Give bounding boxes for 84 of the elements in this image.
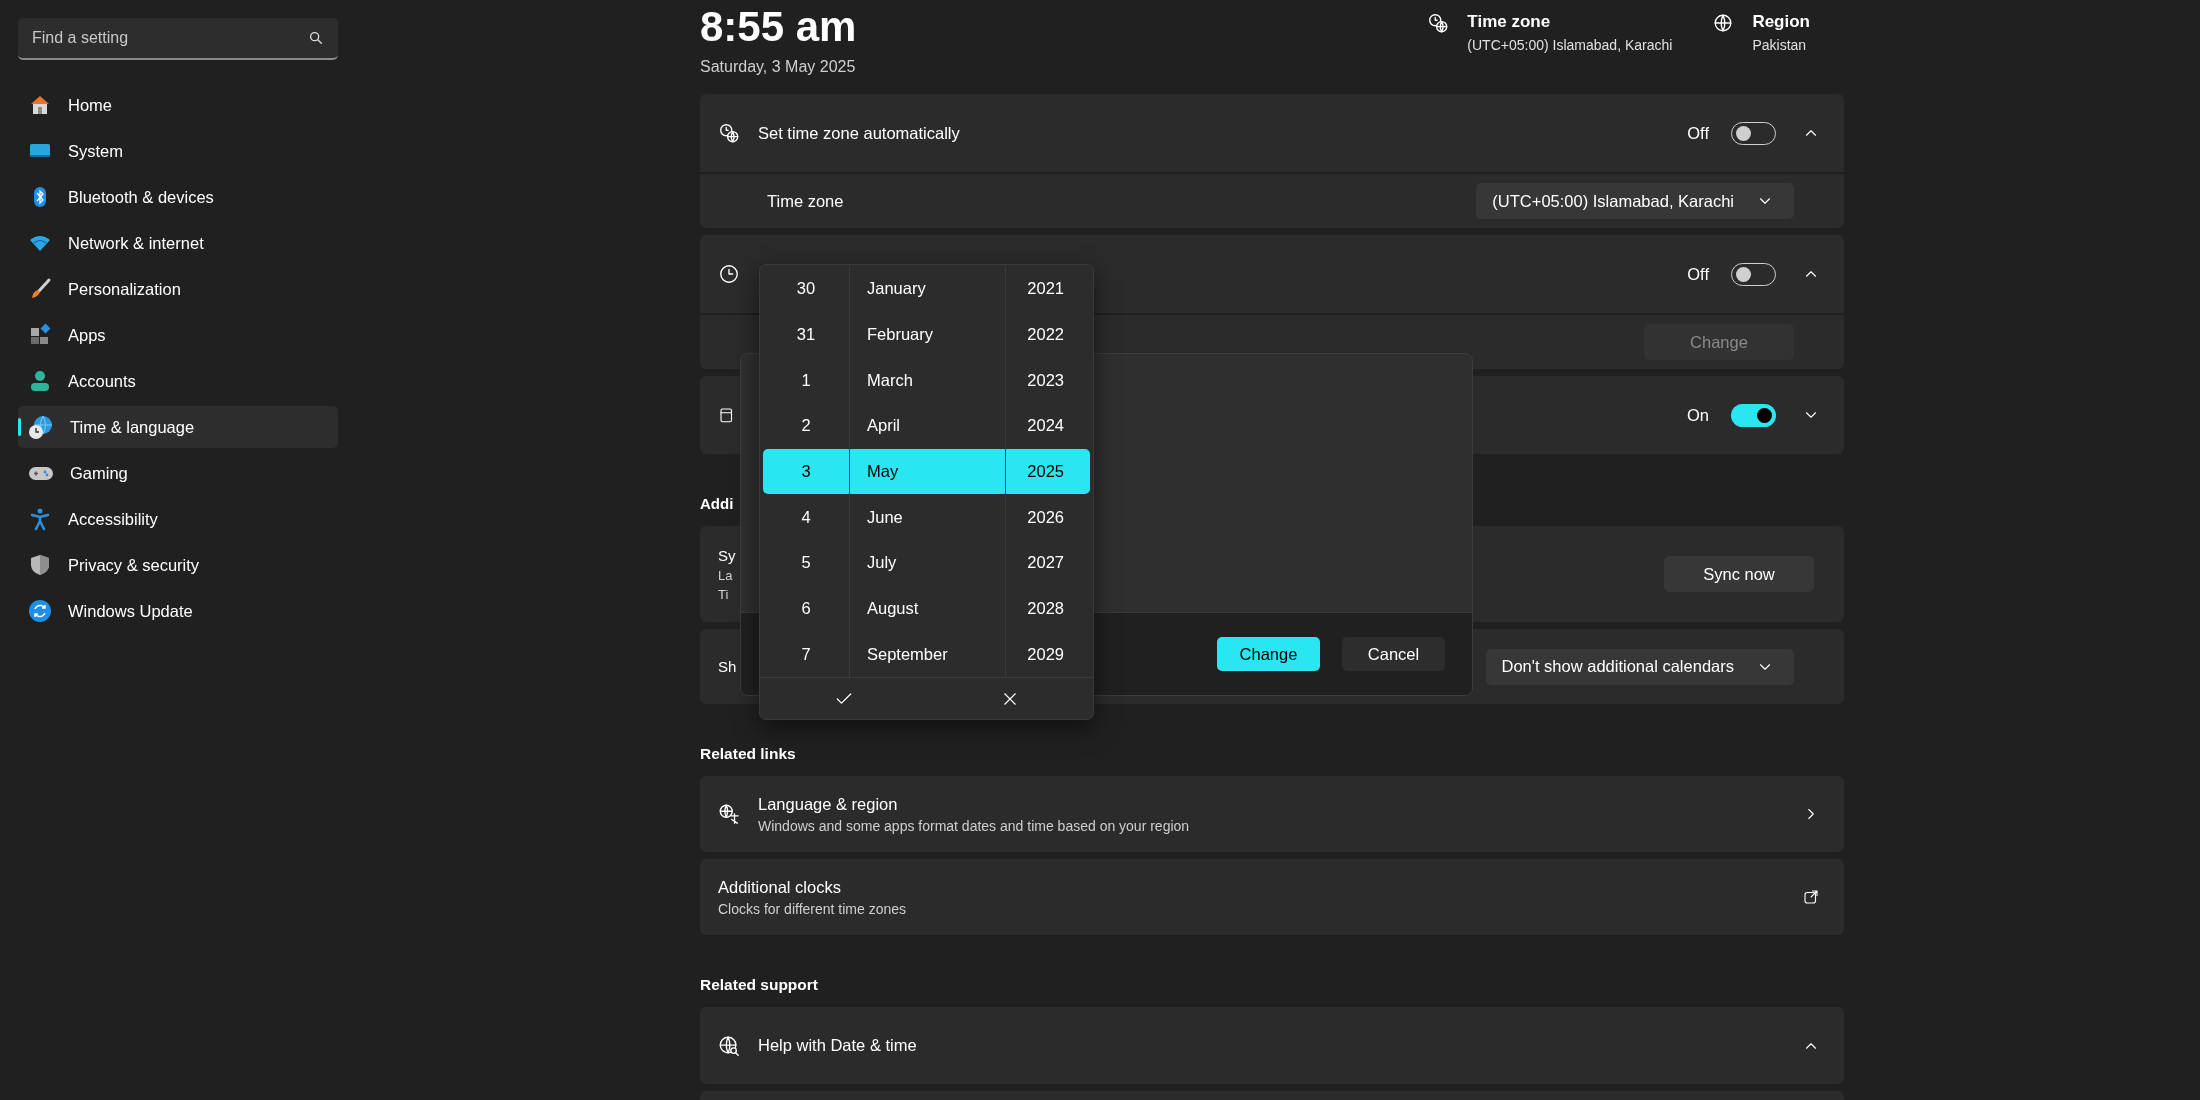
globe-clock-icon: [28, 414, 54, 440]
picker-item[interactable]: 2027: [1006, 540, 1090, 586]
row-description: La: [718, 567, 733, 583]
nav-item[interactable]: Windows Update: [18, 590, 338, 632]
cancel-button[interactable]: Cancel: [1342, 637, 1445, 671]
section-heading: Related links: [700, 744, 796, 764]
toggle-state-label: Off: [1687, 264, 1709, 284]
nav-item[interactable]: Personalization: [18, 268, 338, 310]
confirm-button[interactable]: Change: [1217, 637, 1320, 671]
section-heading: Addi: [700, 494, 734, 514]
info-value: (UTC+05:00) Islamabad, Karachi: [1467, 37, 1673, 53]
accessibility-icon: [28, 507, 52, 531]
picker-item[interactable]: 1: [763, 357, 849, 404]
picker-item[interactable]: April: [850, 403, 1005, 449]
search-icon: [308, 30, 324, 46]
clock-globe-icon: [1427, 12, 1450, 34]
picker-item[interactable]: 2029: [1006, 631, 1090, 678]
picker-item[interactable]: August: [850, 585, 1005, 632]
row-title: Sh: [718, 658, 737, 675]
picker-item[interactable]: February: [850, 311, 1005, 358]
nav-item[interactable]: Time & language: [18, 406, 338, 448]
selection-indicator: [18, 418, 21, 436]
info-value: Pakistan: [1752, 37, 1808, 53]
picker-item[interactable]: 2028: [1006, 585, 1090, 632]
nav-item[interactable]: Apps: [18, 314, 338, 356]
picker-item[interactable]: 3: [763, 448, 849, 495]
search-box[interactable]: Find a setting: [18, 18, 338, 60]
row-title: Language & region: [758, 794, 898, 814]
row-description: Windows and some apps format dates and time based on your region: [758, 817, 1190, 834]
row-title: Additional clocks: [718, 877, 841, 897]
nav-item[interactable]: Accessibility: [18, 498, 338, 540]
apps-icon: [28, 323, 52, 347]
dropdown[interactable]: (UTC+05:00) Islamabad, Karachi: [1476, 183, 1794, 219]
row-title: Help with Date & time: [758, 1036, 917, 1055]
picker-item[interactable]: May: [850, 448, 1005, 495]
row-description: Ti: [718, 586, 729, 602]
picker-item[interactable]: July: [850, 540, 1005, 586]
picker-item[interactable]: 2026: [1006, 494, 1090, 541]
refresh-icon: [28, 599, 52, 623]
row-title: Time zone: [767, 191, 844, 211]
clock-icon: [718, 263, 740, 285]
nav-item[interactable]: Gaming: [18, 452, 338, 494]
shield-icon: [28, 553, 52, 577]
picker-item[interactable]: 4: [763, 494, 849, 541]
nav-item[interactable]: Privacy & security: [18, 544, 338, 586]
info-title: Time zone: [1467, 12, 1552, 32]
globe-icon: [718, 1034, 740, 1057]
search-field[interactable]: Find a setting: [30, 18, 308, 58]
picker-item[interactable]: 2023: [1006, 357, 1090, 404]
picker-item[interactable]: 2024: [1006, 403, 1090, 449]
toggle-state-label: On: [1687, 405, 1709, 425]
person-icon: [28, 369, 52, 393]
external-link-icon[interactable]: [1802, 888, 1820, 906]
picker-item[interactable]: 2: [763, 403, 849, 449]
picker-item[interactable]: 2025: [1006, 448, 1090, 495]
nav-item[interactable]: Home: [18, 84, 338, 126]
picker-item[interactable]: 2021: [1006, 266, 1090, 312]
nav-item[interactable]: Bluetooth & devices: [18, 176, 338, 218]
row-title: Sy: [718, 546, 736, 564]
section-heading: Related support: [700, 975, 818, 995]
current-time: 8:55 am: [700, 4, 857, 50]
picker-item[interactable]: 5: [763, 540, 849, 586]
toggle-switch[interactable]: [1731, 403, 1776, 427]
picker-item[interactable]: 6: [763, 585, 849, 632]
picker-item[interactable]: September: [850, 631, 1005, 678]
dropdown[interactable]: Don't show additional calendars: [1485, 648, 1794, 685]
picker-item[interactable]: 31: [763, 311, 849, 358]
nav-item[interactable]: Network & internet: [18, 222, 338, 264]
current-date: Saturday, 3 May 2025: [700, 58, 857, 76]
nav-item[interactable]: Accounts: [18, 360, 338, 402]
clock-globe-icon: [718, 122, 740, 144]
picker-item[interactable]: March: [850, 357, 1005, 404]
info-title: Region: [1752, 12, 1810, 32]
language-icon: [718, 803, 740, 825]
picker-item[interactable]: January: [850, 266, 1005, 312]
row-title: Set time zone automatically: [758, 123, 960, 143]
nav-item[interactable]: System: [18, 130, 338, 172]
picker-item[interactable]: June: [850, 494, 1005, 541]
picker-item[interactable]: 30: [763, 266, 849, 312]
sync-button[interactable]: Sync now: [1664, 556, 1814, 592]
picker-item[interactable]: 2022: [1006, 311, 1090, 358]
toggle-state-label: Off: [1687, 123, 1709, 143]
row-description: Clocks for different time zones: [718, 900, 907, 917]
picker-item[interactable]: 7: [763, 631, 849, 678]
